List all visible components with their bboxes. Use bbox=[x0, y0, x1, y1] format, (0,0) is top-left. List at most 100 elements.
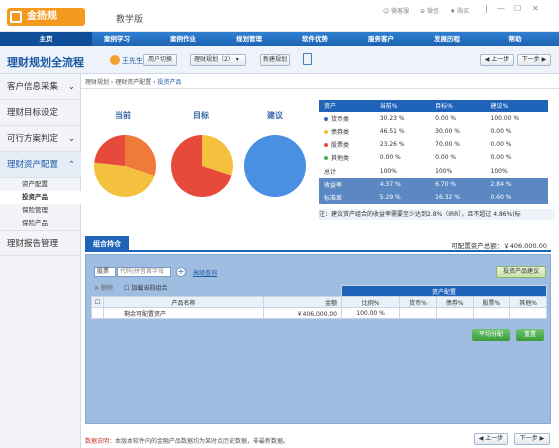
app-logo: 金扬规 bbox=[7, 8, 85, 26]
plan-select-value: 理财规划（2） bbox=[194, 56, 234, 63]
rate-target: 6.70 % bbox=[430, 177, 486, 191]
breadcrumb-item[interactable]: 理财规划 bbox=[85, 79, 109, 86]
sidebar-sub-insurance-products[interactable]: 保险产品 bbox=[0, 217, 81, 230]
switch-user-button[interactable]: 用户切换 bbox=[143, 54, 177, 66]
prev-step-button-bottom[interactable]: ◀ 上一步 bbox=[474, 433, 508, 445]
current-pct: 46.51 % bbox=[379, 128, 405, 136]
product-advice-button[interactable]: 投资产品建议 bbox=[496, 266, 546, 278]
col-bond: 债券% bbox=[435, 296, 474, 308]
next-step-button[interactable]: 下一步 ▶ bbox=[517, 54, 551, 66]
total-suggest: 100% bbox=[490, 167, 508, 175]
target-pct: 30.00 % bbox=[435, 128, 460, 136]
document-icon[interactable] bbox=[303, 53, 312, 65]
asset-name: 货币类 bbox=[319, 112, 375, 125]
holdings-table: 资产配置 ☐ 产品名称 金额 比例% 货币% 债券% 股票% 其他% 剩余可配置… bbox=[91, 285, 547, 319]
tab-portfolio[interactable]: 组合持仓 bbox=[85, 236, 129, 252]
page-title: 理财规划全流程 bbox=[7, 56, 84, 69]
nav-home[interactable]: 主页 bbox=[0, 32, 92, 46]
pie-target bbox=[171, 135, 233, 197]
wechat-link[interactable]: ⊕ 微信 bbox=[420, 6, 439, 15]
pie-svg bbox=[94, 135, 306, 197]
std-target: 16.32 % bbox=[430, 190, 486, 204]
nav-case-study[interactable]: 案例学习 bbox=[92, 32, 142, 46]
pie-label-suggest: 建议 bbox=[267, 111, 283, 120]
select-all-checkbox[interactable]: ☐ bbox=[91, 296, 104, 308]
chevron-down-icon: ⌄ bbox=[67, 134, 75, 144]
reset-button[interactable]: 重置 bbox=[516, 329, 544, 341]
portfolio-panel: 股票 代码|拼音首字母 + 高级查询 ✕ 删除 ☐ 加载当前组合 投资产品建议 … bbox=[85, 254, 551, 424]
total-label: 总计 bbox=[324, 168, 337, 176]
minimize-icon[interactable]: — bbox=[497, 4, 505, 13]
new-plan-button[interactable]: 新建规划 bbox=[260, 54, 290, 66]
add-icon[interactable]: + bbox=[176, 267, 186, 277]
table-row: 货币类 30.23 % 0.00 % 100.00 % bbox=[319, 112, 548, 125]
std-row: 标准差 5.29 % 16.32 % 0.60 % bbox=[319, 190, 548, 204]
maximize-icon[interactable]: ☐ bbox=[514, 4, 521, 13]
row-checkbox[interactable] bbox=[91, 307, 104, 319]
product-type-select[interactable]: 股票 bbox=[94, 267, 116, 277]
logo-text: 金扬规 bbox=[27, 11, 57, 22]
suggest-pct: 0.00 % bbox=[490, 128, 512, 136]
table-row: 股票类 23.26 % 70.00 % 0.00 % bbox=[319, 138, 548, 151]
allocation-table: 资产 当前% 目标% 建议% 货币类 30.23 % 0.00 % 100.00 % 债… bbox=[319, 100, 548, 204]
nav-history[interactable]: 发展历程 bbox=[422, 32, 472, 46]
nav-plan-management[interactable]: 规划管理 bbox=[224, 32, 274, 46]
asset-name: 债券类 bbox=[319, 125, 375, 138]
nav-case-homework[interactable]: 案例作业 bbox=[158, 32, 208, 46]
advanced-query-link[interactable]: 高级查询 bbox=[193, 268, 217, 277]
sidebar-sub-investment-products[interactable]: 投资产品 bbox=[0, 191, 81, 204]
plan-select[interactable]: 理财规划（2） ▾ bbox=[190, 54, 246, 66]
table-row[interactable]: 剩余可配置资产 ￥406,000.00 100.00 % bbox=[91, 307, 547, 319]
col-suggest: 建议% bbox=[485, 100, 548, 112]
current-pct: 0.00 % bbox=[379, 154, 401, 162]
average-allocate-button[interactable]: 平均分配 bbox=[472, 329, 510, 341]
sidebar-sub-asset-config[interactable]: 资产配置 bbox=[0, 178, 81, 191]
row-product-name: 剩余可配置资产 bbox=[103, 307, 264, 319]
table-header-row: 资产 当前% 目标% 建议% bbox=[319, 100, 548, 112]
breadcrumb-current: 投资产品 bbox=[157, 79, 182, 86]
std-current: 5.29 % bbox=[374, 190, 431, 204]
close-icon[interactable]: ✕ bbox=[532, 4, 539, 13]
suggest-pct: 0.00 % bbox=[490, 141, 512, 149]
col-other: 其他% bbox=[509, 296, 547, 308]
chevron-down-icon: ▾ bbox=[235, 56, 239, 63]
pie-slice bbox=[94, 135, 125, 166]
rate-row: 收益率 4.37 % 6.70 % 2.84 % bbox=[319, 177, 548, 191]
irr-note: 注：建议资产组合的收益率需要至少达到2.8%（IRR），且不超过 4.86%(标 bbox=[319, 209, 555, 220]
prev-step-button[interactable]: ◀ 上一步 bbox=[480, 54, 514, 66]
allocation-pies: 当前 目标 建议 bbox=[85, 96, 318, 214]
nav-help[interactable]: 帮助 bbox=[490, 32, 540, 46]
divider bbox=[81, 88, 559, 89]
sidebar-item-report-mgmt[interactable]: 理财报告管理 bbox=[0, 230, 81, 256]
top-bar: 金扬规 教学版 ☺ 微客服 ⊕ 微信 ♦ 购买 | — ☐ ✕ bbox=[0, 0, 559, 32]
sidebar-item-feasibility[interactable]: 可行方案判定 ⌄ bbox=[0, 126, 81, 152]
col-amount: 金额 bbox=[263, 296, 342, 308]
next-step-button-bottom[interactable]: 下一步 ▶ bbox=[514, 433, 550, 445]
sidebar-item-asset-allocation[interactable]: 理财资产配置 ⌃ bbox=[0, 152, 81, 178]
nav-service-clients[interactable]: 服务客户 bbox=[356, 32, 406, 46]
search-input[interactable]: 代码|拼音首字母 bbox=[117, 267, 171, 277]
breadcrumb: 理财规划 › 理财资产配置 › 投资产品 bbox=[85, 79, 182, 86]
rate-suggest: 2.84 % bbox=[485, 177, 548, 191]
rate-label: 收益率 bbox=[319, 177, 375, 191]
user-avatar-icon bbox=[110, 55, 120, 65]
col-stock: 股票% bbox=[472, 296, 511, 308]
target-pct: 0.00 % bbox=[435, 114, 457, 122]
sidebar-item-client-info[interactable]: 客户信息采集 ⌄ bbox=[0, 74, 81, 100]
sub-toolbar: 理财规划全流程 王先生 用户切换 理财规划（2） ▾ 新建规划 ◀ 上一步 下一… bbox=[0, 46, 559, 74]
pie-label-current: 当前 bbox=[115, 111, 131, 120]
alloc-header: 资产配置 bbox=[341, 285, 547, 297]
breadcrumb-item[interactable]: 理财资产配置 bbox=[115, 79, 151, 86]
chevron-up-icon: ⌃ bbox=[67, 160, 75, 170]
total-current: 100% bbox=[379, 167, 397, 175]
buy-link[interactable]: ♦ 购买 bbox=[450, 6, 469, 15]
customer-service-link[interactable]: ☺ 微客服 bbox=[383, 6, 409, 15]
col-cash: 货币% bbox=[399, 296, 437, 308]
table-header-row: ☐ 产品名称 金额 比例% 货币% 债券% 股票% 其他% bbox=[91, 296, 547, 308]
user-name: 王先生 bbox=[122, 57, 143, 65]
asset-name: 其他类 bbox=[319, 151, 375, 164]
nav-advantages[interactable]: 软件优势 bbox=[290, 32, 340, 46]
legend-dot-icon bbox=[324, 143, 328, 148]
sidebar-sub-insurance-mgmt[interactable]: 保险管理 bbox=[0, 204, 81, 217]
sidebar-item-goal-setting[interactable]: 理财目标设定 bbox=[0, 100, 81, 126]
